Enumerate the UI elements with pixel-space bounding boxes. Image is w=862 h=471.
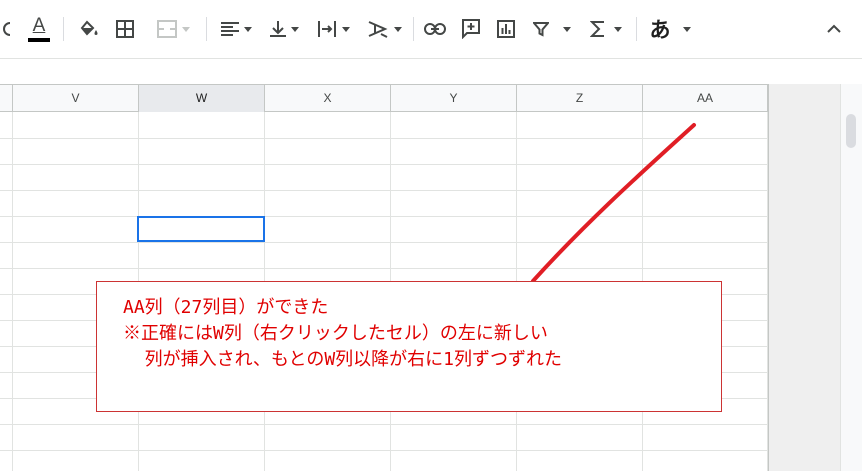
grid-line [0,190,768,191]
vertical-scrollbar[interactable] [840,84,862,471]
merge-cells-icon [156,20,177,38]
fill-color-icon [80,20,98,36]
column-header-aa[interactable]: AA [643,85,768,112]
insert-comment-icon [462,19,480,39]
insert-link-button[interactable] [420,14,450,44]
column-header-w[interactable]: W [139,85,265,112]
column-header-x[interactable]: X [265,85,391,112]
annotation-line-3: 列が挿入され、もとのW列以降が右に1列ずつずれた [123,349,562,370]
insert-comment-button[interactable] [456,14,486,44]
chevron-down-icon [290,26,299,32]
functions-icon [590,21,604,37]
grid-line [0,164,768,165]
chevron-down-icon [341,26,350,32]
column-header-row: V W X Y Z AA [0,84,768,112]
fill-color-button[interactable] [74,14,104,44]
grid-line [0,242,768,243]
grid-line [0,216,768,217]
text-wrapping-button[interactable] [311,14,355,44]
toolbar-separator [413,17,414,41]
input-tools-button[interactable]: あ [644,14,696,44]
chevron-down-icon [682,26,691,32]
text-rotation-button[interactable] [361,14,407,44]
borders-button[interactable] [110,14,140,44]
grid-line [0,138,768,139]
toolbar-separator [636,17,637,41]
text-rotation-icon [368,21,387,38]
column-header-v[interactable]: V [13,85,139,112]
chevron-down-icon [243,26,252,32]
text-color-bar [28,37,50,42]
column-header-z[interactable]: Z [517,85,643,112]
input-tools-icon: あ [649,18,671,42]
text-color-button[interactable]: A [24,14,54,44]
column-header-y[interactable]: Y [391,85,517,112]
grid-line [0,424,768,425]
scrollbar-thumb[interactable] [846,114,856,148]
text-color-icon: A [32,14,46,36]
column-header-partial[interactable] [0,85,13,112]
grid-line [0,268,768,269]
empty-sheet-area [768,84,840,471]
annotation-line-2: ※正確にはW列（右クリックしたセル）の左に新しい [123,323,548,344]
merge-cells-button[interactable] [148,14,198,44]
grid-line [12,112,13,471]
vertical-align-button[interactable] [264,14,304,44]
annotation-line-1: AA列（27列目）ができた [123,297,329,318]
chevron-down-icon [181,26,190,32]
insert-link-icon [424,23,446,35]
text-wrapping-icon [317,21,336,37]
toolbar-separator [206,17,207,41]
insert-chart-icon [497,20,515,38]
filter-icon [533,22,549,37]
chevron-down-icon [563,26,571,32]
functions-button[interactable] [584,14,628,44]
horizontal-align-icon [220,22,239,36]
chevron-down-icon [614,26,622,32]
undo-icon[interactable] [0,14,12,44]
insert-chart-button[interactable] [491,14,521,44]
active-cell[interactable] [137,216,265,242]
formula-bar[interactable] [0,58,862,85]
borders-icon [116,20,134,38]
filter-button[interactable] [527,14,577,44]
toolbar: A あ [0,0,862,58]
grid-line [0,450,768,451]
chevron-up-icon [827,24,841,33]
toolbar-separator [63,17,64,41]
vertical-align-icon [269,21,286,37]
annotation-callout: AA列（27列目）ができた ※正確にはW列（右クリックしたセル）の左に新しい 列… [96,281,722,412]
chevron-down-icon [393,26,402,32]
collapse-menus-button[interactable] [820,14,848,44]
horizontal-align-button[interactable] [214,14,258,44]
